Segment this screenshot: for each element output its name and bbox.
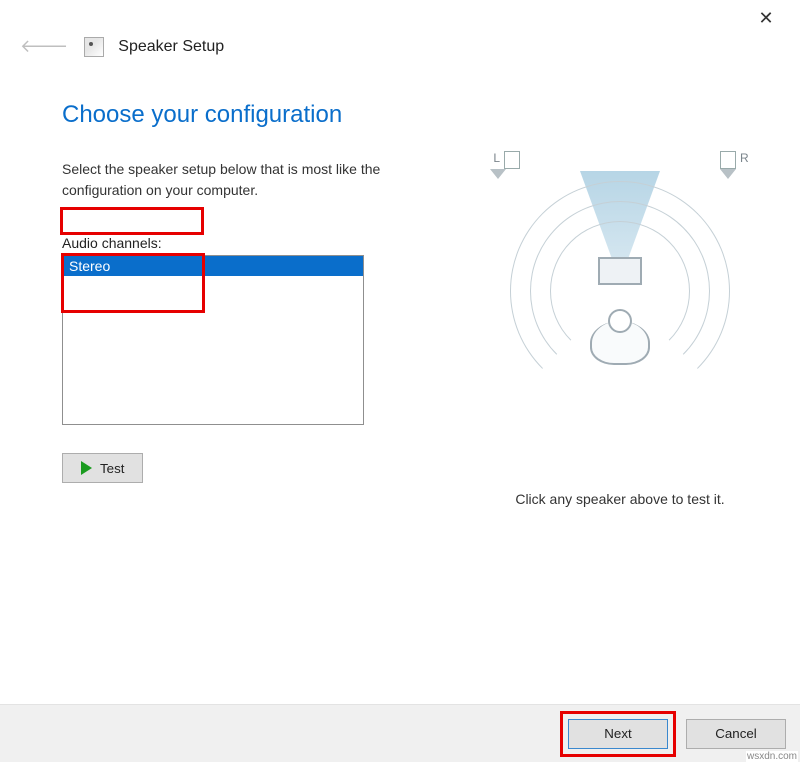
listener-head-icon: [608, 309, 632, 333]
left-speaker-label: L: [493, 151, 500, 165]
play-icon: [81, 461, 92, 475]
watermark: wsxdn.com: [746, 751, 798, 762]
device-icon: [598, 257, 642, 285]
left-column: Choose your configuration Select the spe…: [62, 101, 422, 507]
speaker-diagram: L R: [490, 161, 750, 421]
right-column: L R Click any speaker above to test it.: [460, 101, 780, 507]
back-arrow-icon[interactable]: 🡐: [18, 36, 70, 57]
test-button[interactable]: Test: [62, 453, 143, 483]
speaker-cone-icon: [720, 169, 736, 179]
next-button-label: Next: [604, 726, 631, 741]
content-area: Choose your configuration Select the spe…: [0, 67, 800, 507]
next-button[interactable]: Next: [568, 719, 668, 749]
audio-channels-listbox[interactable]: Stereo: [62, 255, 364, 425]
right-speaker-label: R: [740, 151, 749, 165]
diagram-hint: Click any speaker above to test it.: [515, 491, 724, 507]
wizard-header: 🡐 Speaker Setup: [0, 36, 800, 67]
close-button[interactable]: ✕: [746, 0, 786, 36]
cancel-button-label: Cancel: [715, 726, 757, 741]
title-bar: ✕: [0, 0, 800, 36]
speaker-cone-icon: [490, 169, 506, 179]
speaker-icon: [84, 37, 104, 57]
window-title: Speaker Setup: [118, 38, 224, 56]
instruction-text: Select the speaker setup below that is m…: [62, 159, 392, 201]
annotation-box-item: [61, 253, 205, 313]
audio-channels-label: Audio channels:: [62, 235, 162, 251]
left-speaker[interactable]: L: [490, 151, 520, 191]
annotation-box-next: Next: [560, 711, 676, 757]
right-speaker[interactable]: R: [720, 151, 750, 191]
annotation-box-label: [60, 207, 204, 235]
speaker-icon: [504, 151, 520, 169]
page-heading: Choose your configuration: [62, 101, 422, 129]
cancel-button[interactable]: Cancel: [686, 719, 786, 749]
wizard-footer: Next Cancel: [0, 704, 800, 762]
speaker-icon: [720, 151, 736, 169]
test-button-label: Test: [100, 461, 124, 476]
